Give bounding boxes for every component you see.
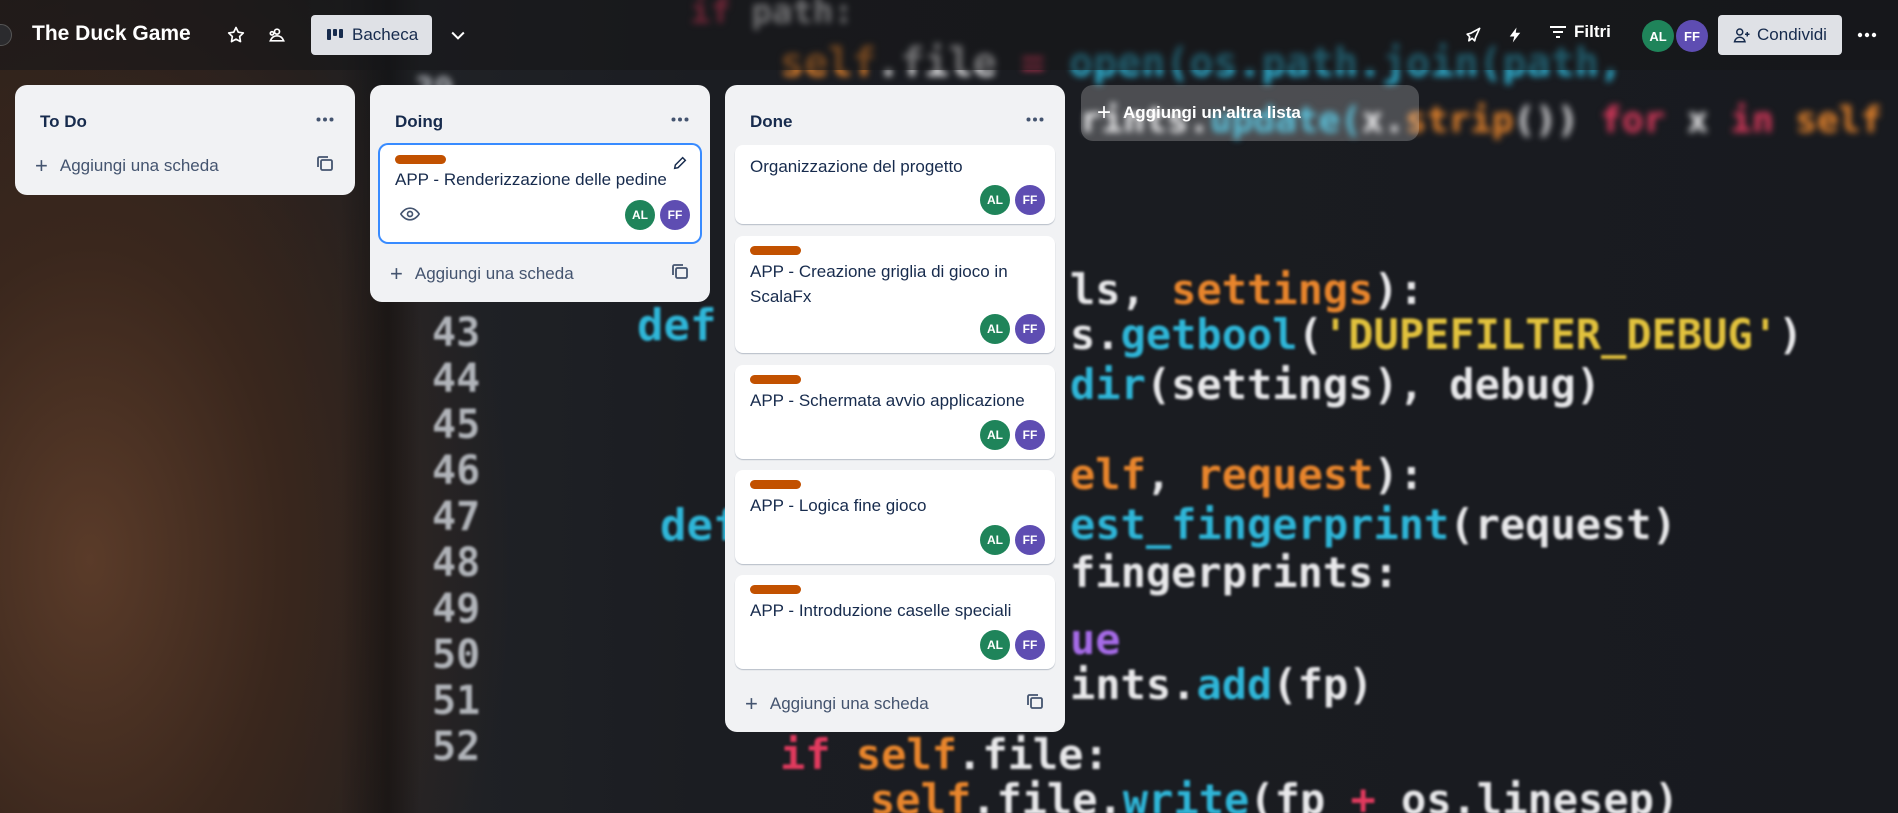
plus-icon: + bbox=[35, 153, 48, 178]
avatar[interactable]: FF bbox=[1015, 420, 1045, 450]
add-card-label: Aggiungi una scheda bbox=[414, 264, 574, 283]
card-title: APP - Renderizzazione delle pedine bbox=[395, 170, 667, 189]
board-view-button[interactable]: Bacheca bbox=[311, 15, 432, 55]
avatar[interactable]: FF bbox=[1015, 185, 1045, 215]
avatar[interactable]: FF bbox=[660, 200, 690, 230]
avatar[interactable]: FF bbox=[1015, 630, 1045, 660]
card[interactable]: APP - Renderizzazione delle pedine AL FF bbox=[380, 145, 700, 242]
board-title[interactable]: The Duck Game bbox=[32, 22, 191, 46]
card-title: APP - Schermata avvio applicazione bbox=[750, 391, 1025, 410]
card[interactable]: APP - Introduzione caselle speciali AL F… bbox=[735, 575, 1055, 669]
card-label[interactable] bbox=[395, 155, 446, 164]
card-label[interactable] bbox=[750, 585, 801, 594]
star-icon[interactable] bbox=[224, 23, 248, 47]
add-card-button[interactable]: + Aggiungi una scheda bbox=[745, 693, 929, 715]
add-person-icon bbox=[1733, 28, 1750, 43]
background-code: fingerprints: bbox=[1070, 548, 1399, 597]
add-card-button[interactable]: + Aggiungi una scheda bbox=[35, 155, 219, 177]
more-icon[interactable] bbox=[310, 107, 340, 131]
card-title: APP - Logica fine gioco bbox=[750, 496, 927, 515]
card-template-icon[interactable] bbox=[671, 263, 691, 283]
add-card-label: Aggiungi una scheda bbox=[59, 156, 219, 175]
add-card-label: Aggiungi una scheda bbox=[769, 694, 929, 713]
plus-icon: + bbox=[390, 261, 403, 286]
card-template-icon[interactable] bbox=[1026, 693, 1046, 713]
avatar[interactable]: AL bbox=[980, 525, 1010, 555]
list-title[interactable]: Doing bbox=[395, 112, 443, 132]
background-code: ls, settings): bbox=[1070, 265, 1425, 314]
add-card-button[interactable]: + Aggiungi una scheda bbox=[390, 263, 574, 285]
background-code: elf, request): bbox=[1070, 450, 1425, 499]
avatar[interactable]: AL bbox=[980, 630, 1010, 660]
filter-button[interactable]: Filtri bbox=[1550, 22, 1611, 42]
more-icon[interactable] bbox=[1020, 107, 1050, 131]
pencil-icon[interactable] bbox=[672, 155, 688, 176]
eye-icon bbox=[399, 207, 421, 226]
card[interactable]: APP - Logica fine gioco AL FF bbox=[735, 470, 1055, 564]
card[interactable]: APP - Creazione griglia di gioco in Scal… bbox=[735, 236, 1055, 353]
background-code: if self.file: bbox=[780, 730, 1109, 779]
more-icon[interactable] bbox=[665, 107, 695, 131]
share-label: Condividi bbox=[1757, 25, 1827, 44]
avatar[interactable]: AL bbox=[980, 314, 1010, 344]
workspace-visibility-icon[interactable] bbox=[265, 23, 289, 47]
card-label[interactable] bbox=[750, 246, 801, 255]
list-done: Done Organizzazione del progetto AL FF A… bbox=[725, 85, 1065, 732]
chevron-down-icon[interactable] bbox=[446, 23, 470, 47]
more-icon[interactable] bbox=[1855, 23, 1879, 47]
filter-label: Filtri bbox=[1574, 22, 1611, 41]
card-label[interactable] bbox=[750, 375, 801, 384]
list-to-do: To Do + Aggiungi una scheda bbox=[15, 85, 355, 195]
card[interactable]: APP - Schermata avvio applicazione AL FF bbox=[735, 365, 1055, 459]
plus-icon: + bbox=[745, 691, 758, 716]
share-button[interactable]: Condividi bbox=[1718, 15, 1842, 55]
board-header: The Duck Game Bacheca Filtri AL FF Condi… bbox=[0, 0, 1898, 70]
avatar[interactable]: FF bbox=[1015, 525, 1045, 555]
background-code: est_fingerprint(request) bbox=[1070, 500, 1677, 549]
board-view-icon bbox=[327, 29, 343, 40]
card-title: APP - Creazione griglia di gioco in Scal… bbox=[750, 262, 1008, 306]
avatar[interactable]: FF bbox=[1015, 314, 1045, 344]
sidebar-toggle[interactable] bbox=[0, 24, 12, 46]
avatar[interactable]: AL bbox=[980, 420, 1010, 450]
avatar[interactable]: AL bbox=[1642, 20, 1674, 52]
lightning-icon[interactable] bbox=[1503, 23, 1527, 47]
background-code: def bbox=[637, 300, 717, 351]
avatar[interactable]: FF bbox=[1676, 20, 1708, 52]
list-title[interactable]: To Do bbox=[40, 112, 87, 132]
rocket-icon[interactable] bbox=[1461, 23, 1485, 47]
background-code: self.file.write(fp + os.linesep) bbox=[870, 775, 1680, 813]
plus-icon: + bbox=[1097, 99, 1112, 126]
background-code: ue bbox=[1070, 615, 1121, 664]
board-view-label: Bacheca bbox=[352, 25, 419, 44]
list-doing: Doing APP - Renderizzazione delle pedine… bbox=[370, 85, 710, 302]
card-label[interactable] bbox=[750, 480, 801, 489]
card-template-icon[interactable] bbox=[316, 155, 336, 175]
background-code: ints.add(fp) bbox=[1070, 660, 1374, 709]
background-code: 43 44 45 46 47 48 49 50 51 52 bbox=[432, 310, 481, 770]
card-title: Organizzazione del progetto bbox=[750, 157, 963, 176]
add-list-label: Aggiungi un'altra lista bbox=[1123, 103, 1301, 122]
background-code: s.getbool('DUPEFILTER_DEBUG') bbox=[1070, 310, 1804, 359]
list-title[interactable]: Done bbox=[750, 112, 793, 132]
add-list-button[interactable]: + Aggiungi un'altra lista bbox=[1081, 85, 1419, 141]
filter-icon bbox=[1550, 26, 1566, 38]
card[interactable]: Organizzazione del progetto AL FF bbox=[735, 145, 1055, 224]
avatar[interactable]: AL bbox=[625, 200, 655, 230]
background-code: dir(settings), debug) bbox=[1070, 360, 1602, 409]
avatar[interactable]: AL bbox=[980, 185, 1010, 215]
card-title: APP - Introduzione caselle speciali bbox=[750, 601, 1012, 620]
